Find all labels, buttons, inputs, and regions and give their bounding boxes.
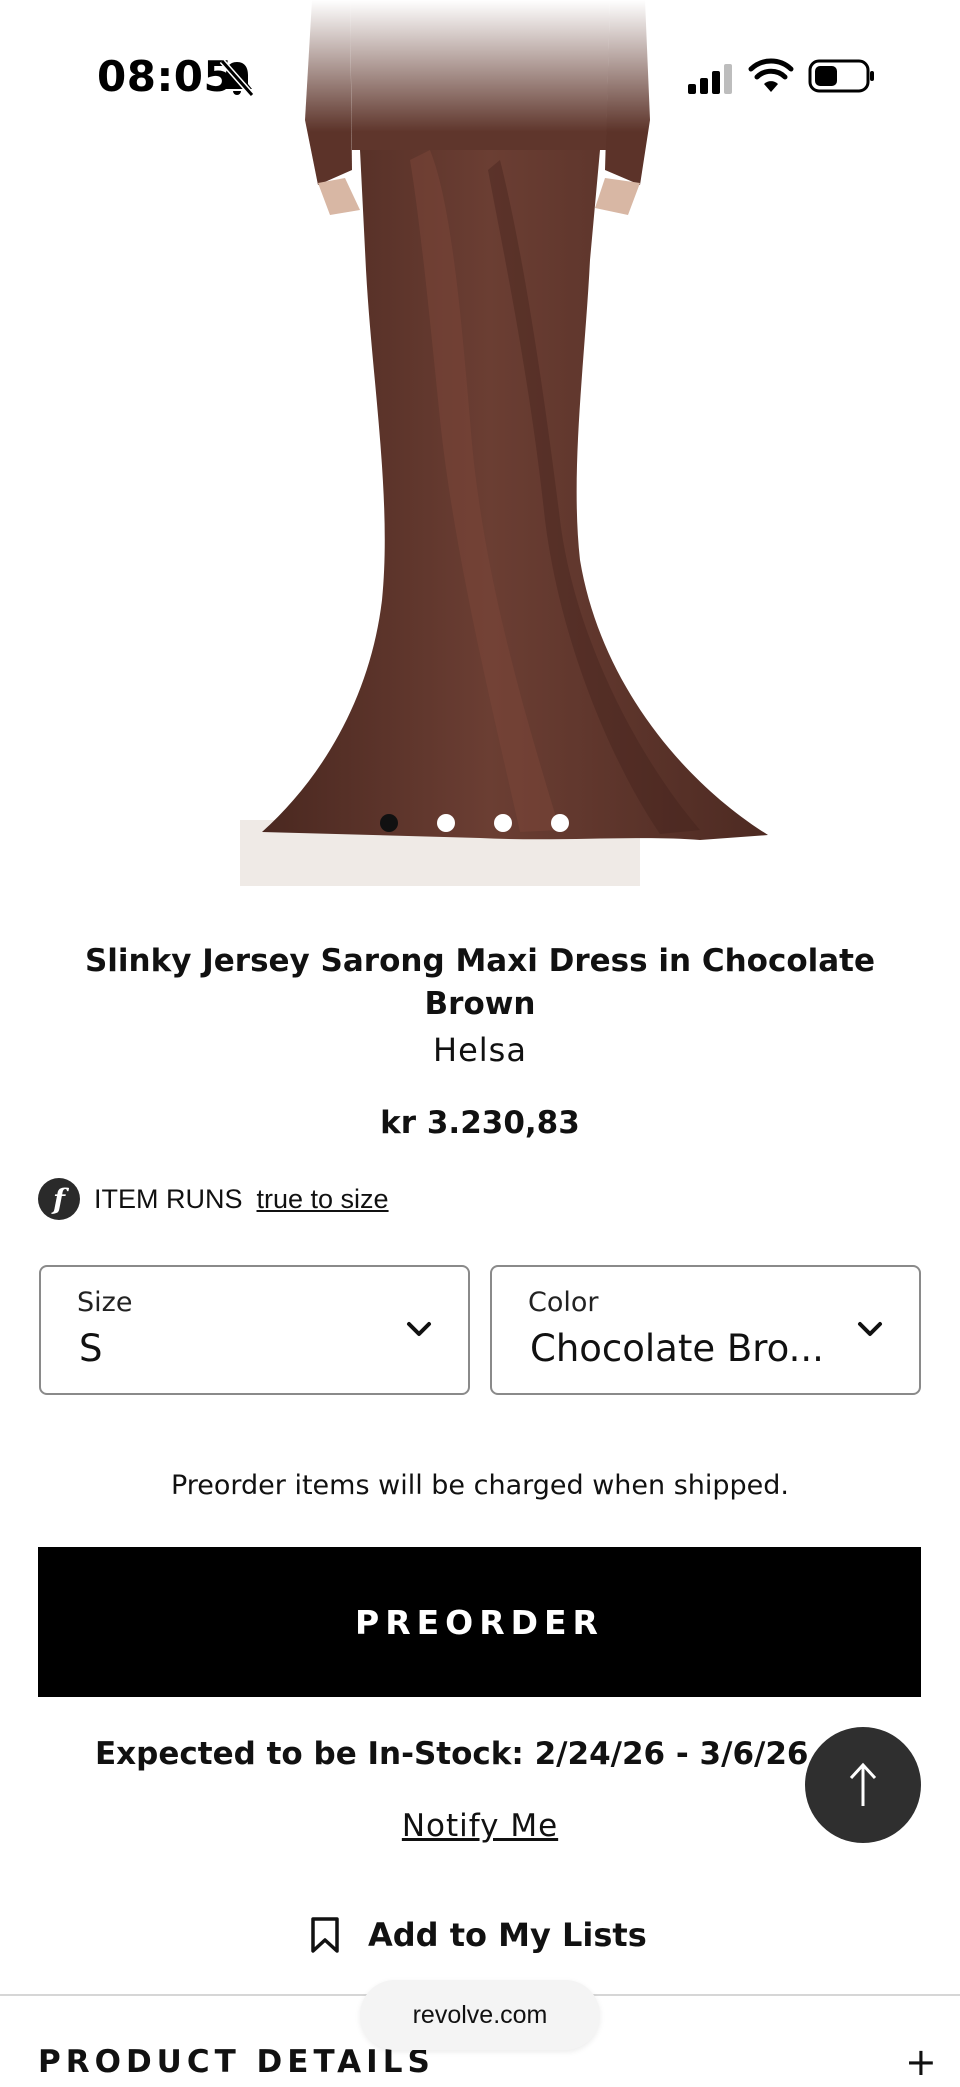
product-price: kr 3.230,83 (380, 1105, 580, 1141)
fit-link[interactable]: true to size (257, 1184, 389, 1215)
carousel-dot-2[interactable] (437, 814, 455, 832)
product-brand[interactable]: Helsa (0, 1031, 960, 1069)
battery-icon (808, 59, 874, 93)
size-select-label: Size (77, 1287, 133, 1318)
wifi-icon (748, 58, 794, 92)
status-bar: 08:05 (0, 0, 960, 150)
carousel-dot-1[interactable] (380, 814, 398, 832)
scroll-to-top-button[interactable] (805, 1727, 921, 1843)
arrow-up-icon (849, 1762, 877, 1806)
preorder-note: Preorder items will be charged when ship… (170, 1470, 790, 1501)
carousel-dot-3[interactable] (494, 814, 512, 832)
expected-in-stock: Expected to be In-Stock: 2/24/26 - 3/6/2… (95, 1736, 809, 1772)
color-select-value: Chocolate Bro... (530, 1327, 824, 1370)
status-time: 08:05 (97, 52, 234, 101)
fit-logo-icon: f (38, 1178, 80, 1220)
browser-url-pill[interactable]: revolve.com (360, 1980, 600, 2050)
add-to-lists-button[interactable]: Add to My Lists (310, 1912, 647, 1958)
chevron-down-icon (858, 1322, 882, 1336)
signal-icon (688, 64, 732, 94)
chevron-down-icon (407, 1322, 431, 1336)
carousel-dot-4[interactable] (551, 814, 569, 832)
size-select-value: S (79, 1327, 103, 1370)
add-to-lists-label: Add to My Lists (368, 1916, 647, 1954)
product-details-header[interactable]: PRODUCT DETAILS (38, 2044, 435, 2080)
bookmark-icon (311, 1917, 339, 1953)
fit-indicator: f ITEM RUNS true to size (38, 1177, 389, 1221)
fit-label: ITEM RUNS (94, 1183, 243, 1214)
preorder-button[interactable]: PREORDER (38, 1547, 921, 1697)
size-select[interactable]: Size S (39, 1265, 470, 1395)
product-title: Slinky Jersey Sarong Maxi Dress in Choco… (84, 943, 876, 1022)
color-select-label: Color (528, 1287, 599, 1318)
color-select[interactable]: Color Chocolate Bro... (490, 1265, 921, 1395)
bell-slash-icon (219, 59, 255, 97)
expand-plus-icon[interactable]: + (905, 2040, 937, 2084)
